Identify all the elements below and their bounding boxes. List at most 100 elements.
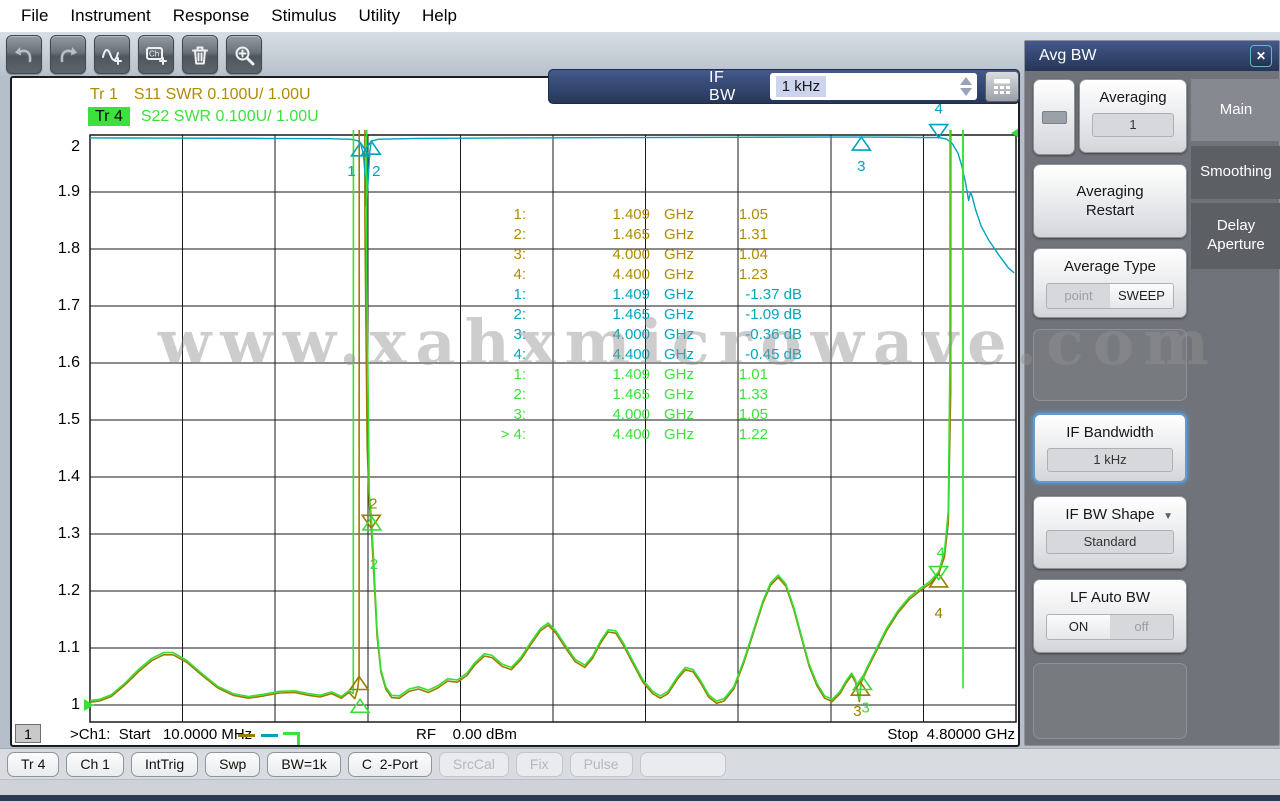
avg-bw-panel: Avg BW ✕ Averaging 1 Averaging Restart A… (1024, 40, 1280, 746)
marker-row: 3: 4.000 GHz 1.04 (513, 246, 768, 263)
svg-text:3: 3 (857, 158, 865, 175)
tab-smoothing[interactable]: Smoothing (1191, 146, 1280, 199)
averaging-restart-button[interactable]: Averaging Restart (1033, 164, 1187, 238)
blank-button-1 (1033, 329, 1187, 401)
marker-row: 1: 1.409 GHz -1.37 dB (513, 286, 802, 303)
marker-row: 2: 1.465 GHz 1.31 (513, 226, 768, 243)
svg-text:2: 2 (372, 163, 380, 180)
tab-delay-aperture[interactable]: Delay Aperture (1191, 203, 1280, 269)
status-bar: Tr 4 Ch 1 IntTrig Swp BW=1k C 2-Port SrcCal Fix… (0, 748, 1280, 779)
chart-footer: 1 >Ch1: Start 10.0000 MHz RF 0.00 dBm St… (12, 724, 1018, 745)
svg-text:3: 3 (861, 700, 869, 717)
lf-auto-bw-on-option[interactable]: ON (1047, 615, 1110, 639)
status-fix[interactable]: Fix (515, 752, 563, 777)
status-tr-4[interactable]: Tr 4 (7, 752, 60, 777)
status-pulse[interactable]: Pulse (569, 752, 633, 777)
close-icon[interactable]: ✕ (1250, 45, 1272, 67)
marker-row: 4: 4.400 GHz 1.23 (513, 266, 768, 283)
y-axis-label: 1.2 (57, 582, 80, 599)
status-c-2-port[interactable]: C 2-Port (347, 752, 432, 777)
chart-panel: Tr 1S11 SWR 0.100U/ 1.00U Tr 2S21 LogM 1… (10, 76, 1021, 747)
averaging-button[interactable]: Averaging 1 (1079, 79, 1187, 153)
stop-frequency-text: Stop 4.80000 GHz (887, 726, 1015, 743)
trace-legend-tr1[interactable]: Tr 1 S11 SWR 0.100U/ 1.00U (90, 86, 311, 104)
active-trace-badge: Tr 4 (88, 107, 130, 126)
if-bw-input[interactable]: 1 kHz (769, 73, 978, 100)
if-bandwidth-button[interactable]: IF Bandwidth 1 kHz (1033, 413, 1187, 483)
tr4-style-dash (283, 732, 300, 745)
y-axis-label: 1.7 (57, 297, 80, 314)
add-trace-icon[interactable] (94, 35, 130, 74)
svg-text:2: 2 (370, 556, 378, 573)
menu-file[interactable]: File (10, 6, 59, 26)
tr1-style-dash (238, 734, 255, 737)
tab-main[interactable]: Main (1191, 79, 1280, 141)
if-bw-spinner[interactable] (958, 75, 974, 98)
marker-row: 4: 4.400 GHz -0.45 dB (513, 346, 802, 363)
if-bw-shape-button[interactable]: IF BW Shape ▼ Standard (1033, 496, 1187, 569)
y-axis-label: 1.1 (57, 639, 80, 656)
menu-help[interactable]: Help (411, 6, 468, 26)
if-bandwidth-value: 1 kHz (1047, 448, 1173, 472)
average-type-toggle[interactable]: point SWEEP (1046, 283, 1174, 309)
toolbar-buttons: Ch (6, 35, 262, 74)
status-bw-1k[interactable]: BW=1k (267, 752, 341, 777)
svg-text:2: 2 (369, 495, 377, 512)
zoom-icon[interactable] (226, 35, 262, 74)
menu-stimulus[interactable]: Stimulus (260, 6, 347, 26)
if-bw-shape-value: Standard (1046, 530, 1174, 554)
spinner-up-icon[interactable] (960, 77, 973, 85)
marker-row: 3: 4.000 GHz -0.36 dB (513, 326, 802, 343)
trace-legend-tr4[interactable]: Tr 4 S22 SWR 0.100U/ 1.00U (88, 107, 319, 126)
average-type-sweep-option[interactable]: SWEEP (1110, 284, 1173, 308)
tr2-style-dash (261, 734, 278, 737)
menu-bar: File Instrument Response Stimulus Utility Hel… (0, 0, 1280, 32)
if-bw-bar: IF BW 1 kHz (548, 69, 1020, 104)
svg-text:1: 1 (347, 163, 355, 180)
lf-auto-bw-toggle[interactable]: ON off (1046, 614, 1174, 640)
averaging-enable-button[interactable] (1033, 79, 1075, 155)
svg-text:Ch: Ch (149, 49, 159, 58)
svg-text:4: 4 (937, 545, 945, 562)
marker-row: > 4: 4.400 GHz 1.22 (500, 426, 768, 443)
undo-icon[interactable] (6, 35, 42, 74)
delete-icon[interactable] (182, 35, 218, 74)
lf-auto-bw-off-option[interactable]: off (1110, 615, 1173, 639)
bottom-bar (0, 795, 1280, 801)
y-axis-label: 1.4 (57, 468, 80, 485)
status-inttrig[interactable]: IntTrig (130, 752, 199, 777)
marker-row: 2: 1.465 GHz 1.33 (513, 386, 768, 403)
status-ch-1[interactable]: Ch 1 (66, 752, 124, 777)
y-axis-label: 1.9 (57, 183, 80, 200)
menu-response[interactable]: Response (162, 6, 261, 26)
lf-auto-bw-button[interactable]: LF Auto BW ON off (1033, 579, 1187, 653)
bottom-strip (0, 780, 1280, 795)
add-channel-icon[interactable]: Ch (138, 35, 174, 74)
status-empty[interactable] (639, 752, 726, 777)
average-type-point-option[interactable]: point (1047, 284, 1110, 308)
average-type-button[interactable]: Average Type point SWEEP (1033, 248, 1187, 318)
redo-icon[interactable] (50, 35, 86, 74)
averaging-value: 1 (1092, 113, 1174, 137)
marker-row: 1: 1.409 GHz 1.05 (513, 206, 768, 223)
y-axis-label: 1.3 (57, 525, 80, 542)
channel-badge: 1 (15, 724, 41, 743)
blank-button-2 (1033, 663, 1187, 739)
y-axis-label: 2 (71, 138, 80, 155)
keypad-icon[interactable] (985, 71, 1019, 102)
y-axis-label: 1 (71, 696, 80, 713)
dropdown-arrow-icon[interactable]: ▼ (1163, 511, 1173, 522)
menu-utility[interactable]: Utility (347, 6, 411, 26)
spinner-down-icon[interactable] (960, 88, 973, 96)
marker-row: 1: 1.409 GHz 1.01 (513, 366, 768, 383)
rf-power-text: RF 0.00 dBm (416, 726, 517, 743)
menu-instrument[interactable]: Instrument (59, 6, 161, 26)
svg-text:4: 4 (935, 605, 943, 622)
status-swp[interactable]: Swp (205, 752, 261, 777)
if-bw-value: 1 kHz (775, 76, 827, 97)
panel-title: Avg BW ✕ (1025, 41, 1279, 71)
marker-row: 2: 1.465 GHz -1.09 dB (513, 306, 802, 323)
averaging-led-indicator (1042, 111, 1067, 124)
status-srccal[interactable]: SrcCal (438, 752, 509, 777)
marker-row: 3: 4.000 GHz 1.05 (513, 406, 768, 423)
